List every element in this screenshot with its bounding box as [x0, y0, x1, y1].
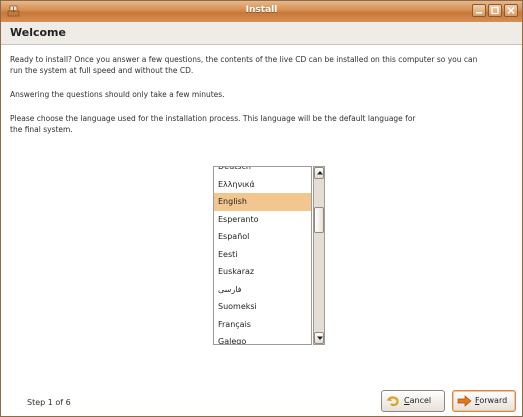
language-item[interactable]: Galego — [214, 333, 311, 344]
language-item[interactable]: Esperanto — [214, 211, 311, 229]
forward-label: Forward — [475, 396, 508, 405]
page-header — [1, 22, 522, 45]
language-list-scrollbar[interactable] — [313, 166, 325, 345]
intro-paragraph: Ready to install? Once you answer a few … — [10, 55, 478, 75]
language-list-items: Deutsch Ελληνικά English Esperanto Español Ee… — [214, 167, 311, 344]
window-controls — [472, 4, 518, 17]
undo-arrow-icon — [386, 396, 399, 407]
language-item[interactable]: Español — [214, 228, 311, 246]
language-item[interactable]: Deutsch — [214, 167, 311, 176]
scroll-down-button[interactable] — [314, 332, 324, 344]
cancel-button[interactable]: Cancel — [381, 390, 445, 412]
step-indicator: Step 1 of 6 — [27, 398, 71, 407]
scroll-up-button[interactable] — [314, 167, 324, 179]
installer-window: Install Welcome Ready to install? Once y… — [0, 0, 523, 417]
close-button[interactable] — [504, 4, 518, 17]
minimize-icon — [476, 12, 482, 14]
arrow-down-icon — [317, 336, 323, 340]
language-item[interactable]: Suomeksi — [214, 298, 311, 316]
cancel-label: Cancel — [404, 396, 432, 405]
language-item[interactable]: Ελληνικά — [214, 176, 311, 194]
forward-arrow-icon — [457, 395, 472, 407]
language-item[interactable]: Euskaraz — [214, 263, 311, 281]
arrow-up-icon — [317, 171, 323, 175]
language-item[interactable]: فارسی — [214, 281, 311, 299]
page-title: Welcome — [10, 26, 66, 39]
language-item-selected[interactable]: English — [214, 193, 311, 211]
title-bar[interactable]: Install — [1, 1, 522, 23]
language-instruction: Please choose the language used for the … — [10, 114, 416, 134]
window-title: Install — [245, 5, 278, 15]
language-item[interactable]: Eesti — [214, 246, 311, 264]
minimize-button[interactable] — [472, 4, 486, 17]
close-icon — [507, 6, 515, 15]
language-item[interactable]: Français — [214, 316, 311, 334]
duration-paragraph: Answering the questions should only take… — [10, 90, 225, 99]
maximize-button[interactable] — [488, 4, 502, 17]
maximize-icon — [491, 6, 499, 15]
scroll-thumb[interactable] — [314, 207, 324, 233]
forward-button[interactable]: Forward — [452, 390, 516, 412]
language-list[interactable]: Deutsch Ελληνικά English Esperanto Español Ee… — [213, 166, 312, 345]
